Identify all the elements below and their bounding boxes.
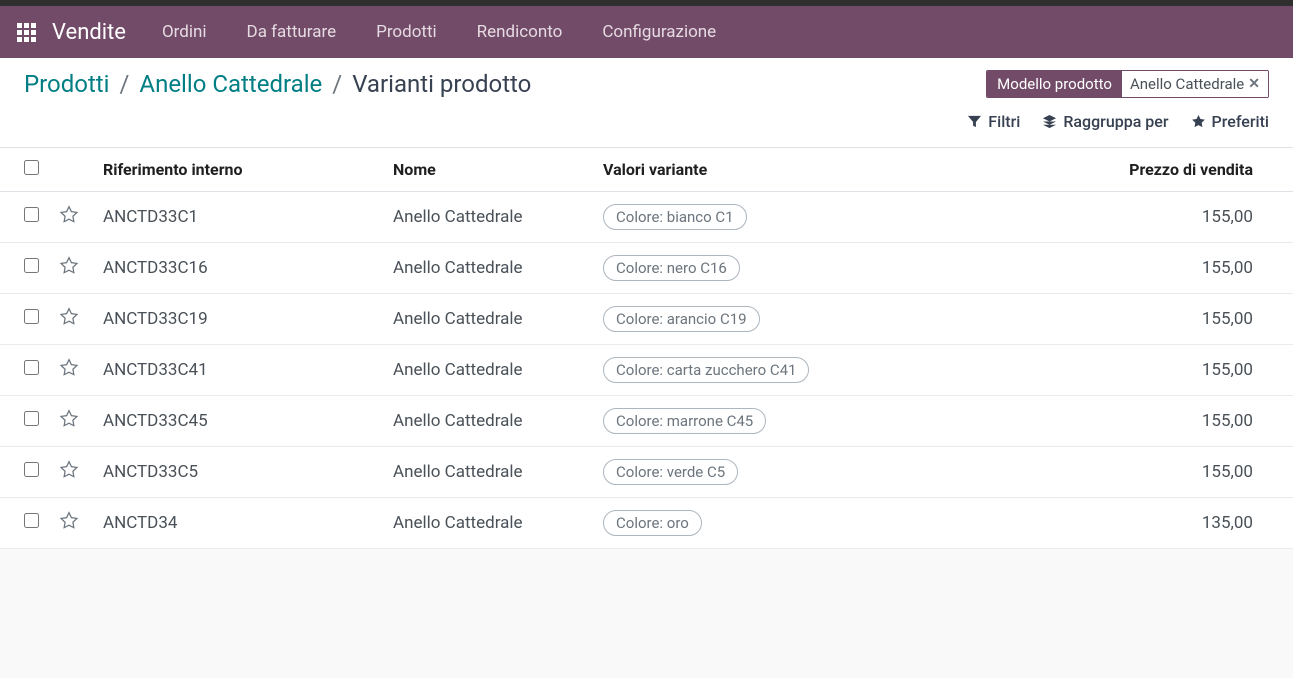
variant-tag: Colore: arancio C19 xyxy=(603,306,760,332)
nav-item-configurazione[interactable]: Configurazione xyxy=(596,14,722,50)
nav-items: Ordini Da fatturare Prodotti Rendiconto … xyxy=(156,14,722,50)
funnel-icon xyxy=(967,114,982,129)
search-facet-remove-icon[interactable]: ✕ xyxy=(1248,76,1260,92)
star-outline-icon xyxy=(59,205,79,225)
star-outline-icon xyxy=(59,409,79,429)
breadcrumb-current: Varianti prodotto xyxy=(352,70,531,98)
select-all-checkbox[interactable] xyxy=(24,160,39,175)
variant-tag: Colore: nero C16 xyxy=(603,255,740,281)
layers-icon xyxy=(1042,114,1057,129)
star-outline-icon xyxy=(59,460,79,480)
cell-name: Anello Cattedrale xyxy=(393,207,523,227)
row-checkbox[interactable] xyxy=(24,360,39,375)
search-tools: Filtri Raggruppa per Preferiti xyxy=(967,112,1269,131)
cell-reference: ANCTD33C16 xyxy=(103,258,208,278)
table-row[interactable]: ANCTD33C16 Anello Cattedrale Colore: ner… xyxy=(0,243,1293,294)
favorite-toggle[interactable] xyxy=(59,261,79,281)
filters-button[interactable]: Filtri xyxy=(967,112,1020,131)
breadcrumb: Prodotti / Anello Cattedrale / Varianti … xyxy=(24,70,531,98)
search-facet-value-text: Anello Cattedrale xyxy=(1130,75,1244,93)
search-facet-label: Modello prodotto xyxy=(987,71,1122,97)
cell-reference: ANCTD34 xyxy=(103,513,177,533)
table-row[interactable]: ANCTD33C19 Anello Cattedrale Colore: ara… xyxy=(0,294,1293,345)
favorites-button[interactable]: Preferiti xyxy=(1191,112,1269,131)
table-row[interactable]: ANCTD33C1 Anello Cattedrale Colore: bian… xyxy=(0,192,1293,243)
cell-reference: ANCTD33C1 xyxy=(103,207,198,227)
cell-reference: ANCTD33C45 xyxy=(103,411,208,431)
nav-item-rendiconto[interactable]: Rendiconto xyxy=(471,14,569,50)
product-variant-table: Riferimento interno Nome Valori variante… xyxy=(0,148,1293,549)
apps-menu-button[interactable] xyxy=(10,16,42,48)
favorites-label: Preferiti xyxy=(1212,112,1269,131)
star-outline-icon xyxy=(59,511,79,531)
favorite-toggle[interactable] xyxy=(59,363,79,383)
header-reference[interactable]: Riferimento interno xyxy=(93,148,383,192)
cell-reference: ANCTD33C19 xyxy=(103,309,208,329)
favorite-toggle[interactable] xyxy=(59,210,79,230)
header-price[interactable]: Prezzo di vendita xyxy=(1093,148,1293,192)
breadcrumb-separator: / xyxy=(120,70,130,98)
cell-price: 155,00 xyxy=(1202,411,1253,431)
nav-item-ordini[interactable]: Ordini xyxy=(156,14,213,50)
search-facet[interactable]: Modello prodotto Anello Cattedrale ✕ xyxy=(986,70,1269,98)
row-checkbox[interactable] xyxy=(24,207,39,222)
header-variant[interactable]: Valori variante xyxy=(593,148,1093,192)
table-row[interactable]: ANCTD33C41 Anello Cattedrale Colore: car… xyxy=(0,345,1293,396)
favorite-toggle[interactable] xyxy=(59,312,79,332)
row-checkbox[interactable] xyxy=(24,258,39,273)
cell-name: Anello Cattedrale xyxy=(393,411,523,431)
search-facet-value: Anello Cattedrale ✕ xyxy=(1122,71,1268,97)
cell-name: Anello Cattedrale xyxy=(393,258,523,278)
row-checkbox[interactable] xyxy=(24,411,39,426)
cell-reference: ANCTD33C5 xyxy=(103,462,198,482)
variant-tag: Colore: bianco C1 xyxy=(603,204,747,230)
variant-tag: Colore: marrone C45 xyxy=(603,408,766,434)
breadcrumb-link-prodotti[interactable]: Prodotti xyxy=(24,70,110,98)
cell-name: Anello Cattedrale xyxy=(393,360,523,380)
table-row[interactable]: ANCTD33C45 Anello Cattedrale Colore: mar… xyxy=(0,396,1293,447)
table-row[interactable]: ANCTD33C5 Anello Cattedrale Colore: verd… xyxy=(0,447,1293,498)
breadcrumb-separator: / xyxy=(332,70,342,98)
cell-price: 155,00 xyxy=(1202,360,1253,380)
app-title[interactable]: Vendite xyxy=(52,20,126,45)
table-header-row: Riferimento interno Nome Valori variante… xyxy=(0,148,1293,192)
nav-item-prodotti[interactable]: Prodotti xyxy=(370,14,443,50)
favorite-toggle[interactable] xyxy=(59,414,79,434)
table-row[interactable]: ANCTD34 Anello Cattedrale Colore: oro 13… xyxy=(0,498,1293,549)
star-outline-icon xyxy=(59,307,79,327)
variant-tag: Colore: carta zucchero C41 xyxy=(603,357,809,383)
groupby-label: Raggruppa per xyxy=(1063,112,1168,131)
breadcrumb-link-anello[interactable]: Anello Cattedrale xyxy=(139,70,322,98)
apps-grid-icon xyxy=(17,23,36,42)
cell-name: Anello Cattedrale xyxy=(393,462,523,482)
star-outline-icon xyxy=(59,256,79,276)
star-outline-icon xyxy=(59,358,79,378)
variant-tag: Colore: verde C5 xyxy=(603,459,738,485)
favorite-toggle[interactable] xyxy=(59,516,79,536)
control-panel: Prodotti / Anello Cattedrale / Varianti … xyxy=(0,58,1293,148)
nav-item-da-fatturare[interactable]: Da fatturare xyxy=(241,14,343,50)
row-checkbox[interactable] xyxy=(24,309,39,324)
groupby-button[interactable]: Raggruppa per xyxy=(1042,112,1168,131)
cell-price: 155,00 xyxy=(1202,462,1253,482)
filters-label: Filtri xyxy=(988,112,1020,131)
cell-price: 155,00 xyxy=(1202,309,1253,329)
cell-price: 155,00 xyxy=(1202,207,1253,227)
cell-price: 155,00 xyxy=(1202,258,1253,278)
cell-reference: ANCTD33C41 xyxy=(103,360,208,380)
cell-price: 135,00 xyxy=(1202,513,1253,533)
cell-name: Anello Cattedrale xyxy=(393,309,523,329)
row-checkbox[interactable] xyxy=(24,513,39,528)
row-checkbox[interactable] xyxy=(24,462,39,477)
header-name[interactable]: Nome xyxy=(383,148,593,192)
top-navbar: Vendite Ordini Da fatturare Prodotti Ren… xyxy=(0,6,1293,58)
variant-tag: Colore: oro xyxy=(603,510,702,536)
star-icon xyxy=(1191,114,1206,129)
favorite-toggle[interactable] xyxy=(59,465,79,485)
cell-name: Anello Cattedrale xyxy=(393,513,523,533)
